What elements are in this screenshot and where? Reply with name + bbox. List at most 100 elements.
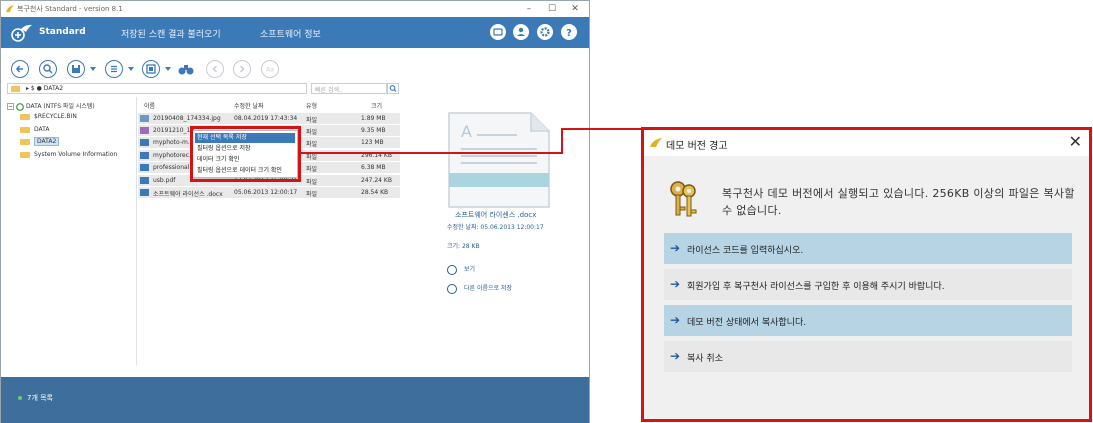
dialog-message: 복구천사 데모 버전에서 실행되고 있습니다. 256KB 이상의 파일은 복사… (722, 187, 1075, 217)
option-label: 회원가입 후 복구천사 라이선스를 구입한 후 이용해 주시기 바랍니다. (687, 282, 945, 292)
save-icon (447, 283, 457, 294)
column-header-size[interactable]: 크기 (371, 101, 382, 110)
demo-warning-dialog: 데모 버전 경고 ✕ 복구천사 데모 버전에서 실행되고 있습니다. 256KB… (641, 127, 1092, 422)
file-size: 1.89 MB (361, 115, 386, 122)
dialog-header: 데모 버전 경고 ✕ (644, 130, 1089, 156)
file-size: 28.54 KB (361, 189, 389, 196)
file-name: professional... (153, 164, 196, 171)
file-name: 20190408_174334.jpg (153, 115, 221, 122)
toolbar: Aa (1, 48, 589, 81)
tree-item-data[interactable]: DATA (20, 126, 49, 136)
document-file-icon (140, 189, 149, 196)
status-dot-icon (18, 396, 22, 400)
table-row[interactable]: 소프트웨어 라이선스 .docx 05.06.2013 12:00:17 파일 … (138, 187, 400, 198)
next-icon[interactable] (233, 60, 251, 78)
file-size: 247.24 KB (361, 177, 392, 184)
image-file-icon (140, 115, 149, 122)
help-icon[interactable]: ? (561, 24, 577, 40)
minimize-button[interactable]: – (518, 3, 540, 15)
previous-icon[interactable] (206, 60, 224, 78)
preview-file-name: 소프트웨어 라이센스 .docx (455, 211, 537, 219)
binoculars-icon[interactable] (178, 62, 194, 76)
collapse-icon[interactable]: − (7, 103, 14, 110)
menu-software-info[interactable]: 소프트웨어 정보 (260, 27, 321, 40)
arrow-right-icon: ➔ (670, 241, 681, 255)
back-icon[interactable] (11, 60, 29, 78)
folder-icon (20, 151, 30, 158)
file-size: 6.38 MB (361, 164, 386, 171)
file-name: myphotorec... (153, 152, 195, 159)
highlight-box (190, 126, 301, 182)
file-date: 08.04.2019 17:43:34 (234, 115, 298, 122)
folder-icon (20, 138, 30, 145)
dialog-title: 데모 버전 경고 (666, 141, 728, 152)
preview-modified: 수정한 날짜: 05.06.2013 12:00:17 (447, 224, 544, 231)
user-icon[interactable] (513, 24, 529, 40)
option-label: 라이선스 코드를 입력하십시오. (687, 246, 804, 256)
svg-text:Aa: Aa (266, 67, 274, 74)
keys-icon (670, 181, 697, 217)
breadcrumb: ▸ $ ● DATA2 (26, 85, 64, 92)
item-count: 7개 목록 (27, 394, 53, 402)
column-header-modified[interactable]: 수정한 날짜 (234, 101, 264, 110)
brand-name: Standard (39, 27, 86, 37)
path-bar[interactable]: ▸ $ ● DATA2 (7, 83, 307, 94)
table-row[interactable]: 20190408_174334.jpg 08.04.2019 17:43:34 … (138, 113, 400, 124)
document-file-icon (140, 177, 149, 184)
file-size: 123 MB (361, 139, 384, 146)
copy-in-demo-option[interactable]: ➔ 데모 버전 상태에서 복사합니다. (664, 305, 1072, 336)
file-type: 파일 (306, 141, 318, 148)
arrow-right-icon: ➔ (670, 349, 681, 363)
match-case-icon[interactable]: Aa (261, 60, 279, 78)
cancel-copy-option[interactable]: ➔ 복사 취소 (664, 341, 1072, 372)
window-close-button[interactable]: ✕ (564, 3, 586, 15)
save-dropdown-icon[interactable] (90, 67, 96, 71)
enter-license-code-option[interactable]: ➔ 라이선스 코드를 입력하십시오. (664, 233, 1072, 264)
tree-root-drive[interactable]: − DATA (NTFS 파일 시스템) (7, 101, 95, 111)
preview-icon[interactable] (142, 60, 160, 78)
quick-search-placeholder: 빠른 검색.. (315, 87, 343, 94)
keyboard-icon[interactable] (490, 24, 506, 40)
file-size: 9.35 MB (361, 127, 386, 134)
window-title: 복구천사 Standard - version 8.1 (17, 5, 123, 13)
folder-icon (11, 86, 20, 92)
app-window: 복구천사 Standard - version 8.1 – ☐ ✕ Standa… (0, 0, 590, 423)
gear-icon[interactable] (537, 24, 553, 40)
file-name: 소프트웨어 라이선스 .docx (153, 191, 223, 198)
maximize-button[interactable]: ☐ (541, 3, 563, 15)
svg-text:?: ? (566, 28, 572, 39)
connector-line (300, 152, 562, 154)
search-icon[interactable] (39, 60, 57, 78)
quick-search-input[interactable]: 빠른 검색.. (311, 83, 387, 94)
file-type: 파일 (306, 129, 318, 136)
preview-size: 크기: 28 KB (447, 243, 480, 250)
document-preview-icon: A (448, 112, 550, 208)
document-file-icon (140, 164, 149, 171)
file-type: 파일 (306, 166, 318, 173)
view-button[interactable]: 보기 (447, 264, 475, 275)
file-name: usb.pdf (153, 177, 176, 184)
image-file-icon (140, 127, 149, 134)
column-header-name[interactable]: 이름 (144, 101, 155, 110)
preview-dropdown-icon[interactable] (165, 67, 171, 71)
menu-load-scan-results[interactable]: 저장된 스캔 결과 불러오기 (121, 27, 221, 40)
column-header-type[interactable]: 유형 (306, 101, 317, 110)
brand-logo-icon (11, 24, 32, 42)
connector-line (561, 128, 641, 130)
file-type: 파일 (306, 191, 318, 198)
save-icon[interactable] (67, 60, 85, 78)
list-view-icon[interactable] (105, 60, 123, 78)
save-as-button[interactable]: 다른 이름으로 저장 (447, 283, 512, 294)
dialog-close-icon[interactable]: ✕ (1069, 132, 1082, 152)
arrow-right-icon: ➔ (670, 277, 681, 291)
quick-search-button[interactable] (387, 83, 399, 94)
tree-item-system-volume-information[interactable]: System Volume Information (20, 151, 117, 161)
folder-icon (20, 113, 30, 120)
connector-line (561, 129, 563, 154)
tree-item-recycle-bin[interactable]: $RECYCLE.BIN (20, 113, 77, 123)
eye-icon (447, 264, 457, 275)
tree-item-data2[interactable]: DATA2 (20, 137, 60, 148)
menu-bar: Standard 저장된 스캔 결과 불러오기 소프트웨어 정보 ? (1, 17, 589, 48)
view-dropdown-icon[interactable] (128, 67, 134, 71)
purchase-license-option[interactable]: ➔ 회원가입 후 복구천사 라이선스를 구입한 후 이용해 주시기 바랍니다. (664, 269, 1072, 300)
